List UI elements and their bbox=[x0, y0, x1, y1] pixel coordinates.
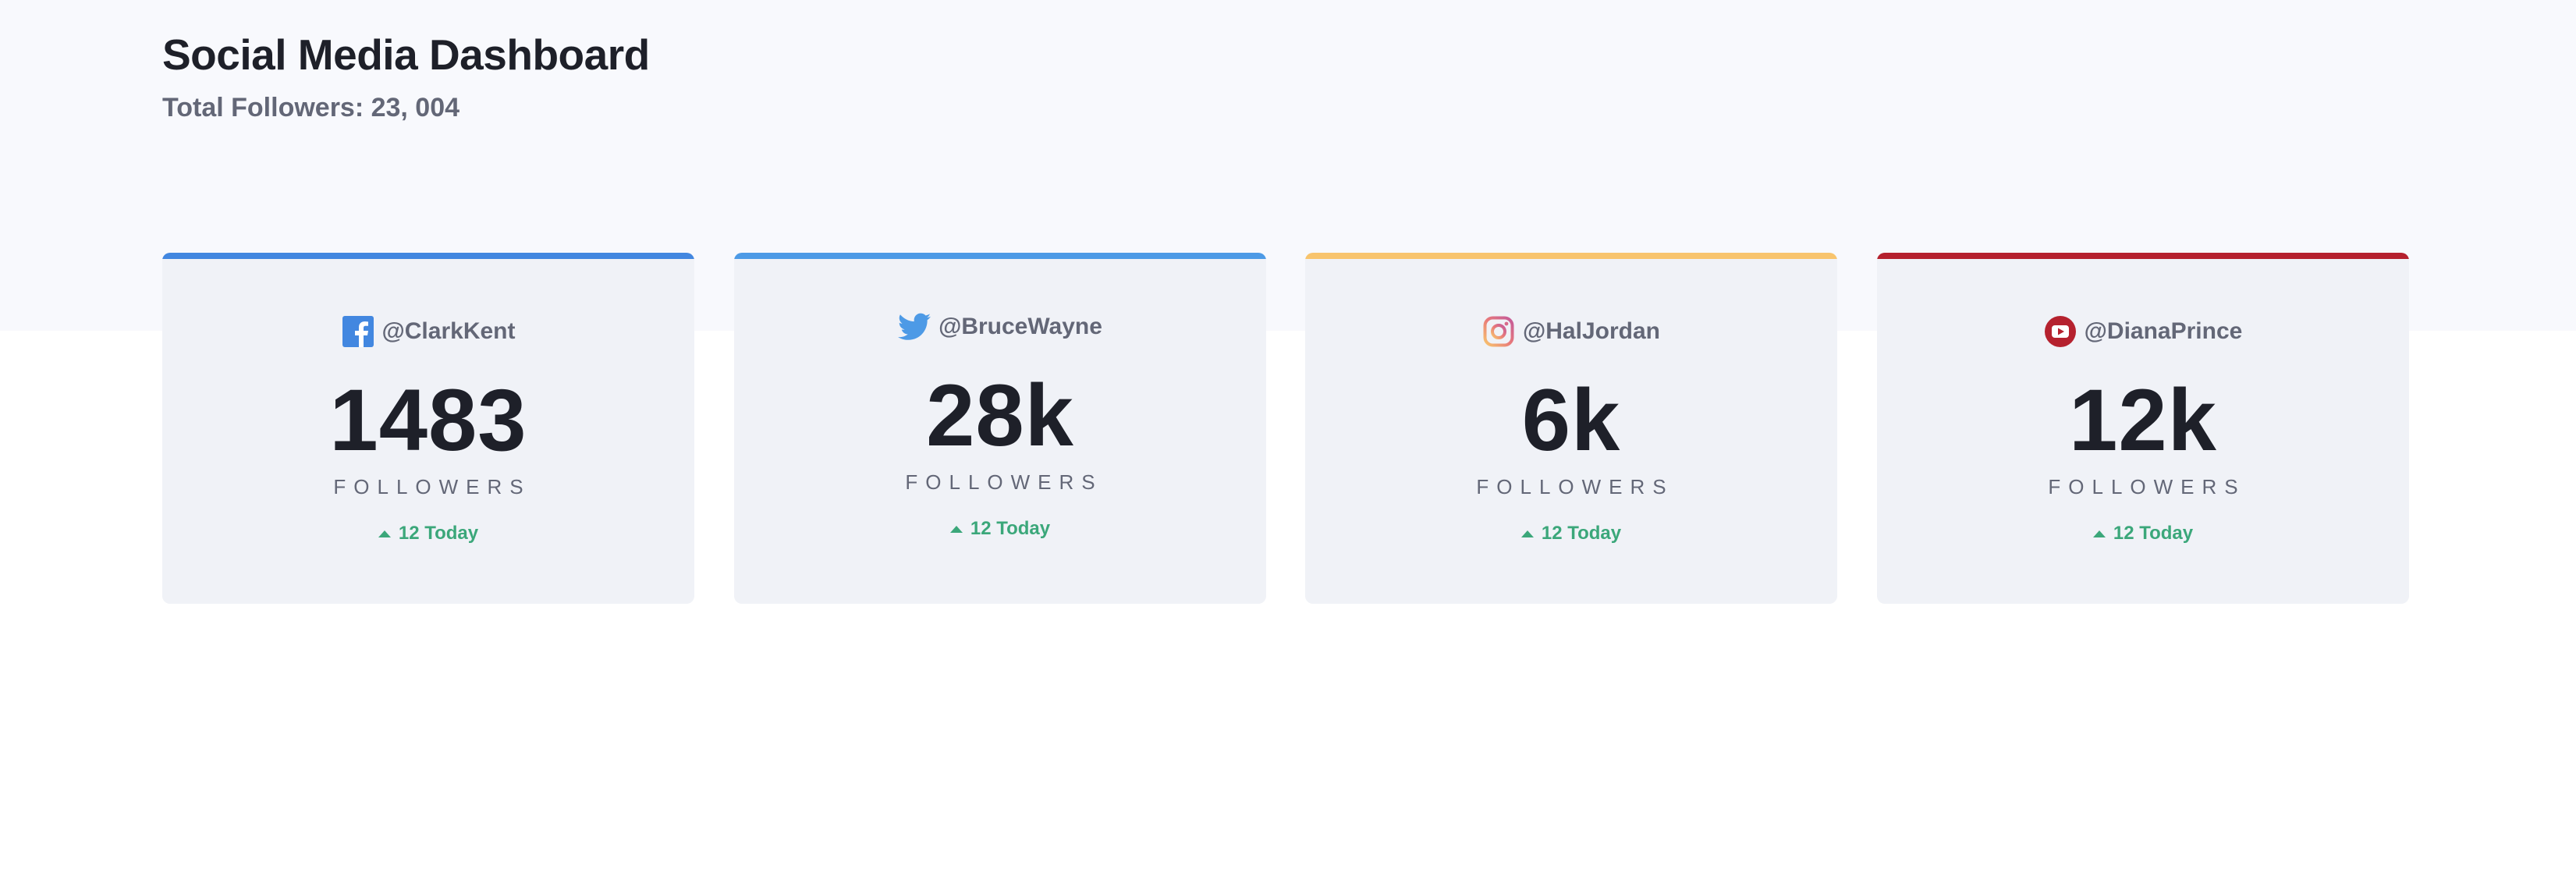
today-change: 12 Today bbox=[734, 518, 1266, 540]
follower-count: 28k bbox=[926, 367, 1074, 464]
arrow-up-icon bbox=[378, 530, 391, 537]
card-handle-row: @BruceWayne bbox=[734, 310, 1266, 343]
follower-count: 1483 bbox=[329, 371, 527, 469]
instagram-icon bbox=[1482, 315, 1515, 348]
followers-label: FOLLOWERS bbox=[1476, 475, 1674, 498]
today-change-text: 12 Today bbox=[970, 518, 1051, 539]
followers-card-youtube[interactable]: @DianaPrince 12k FOLLOWERS 12 Today bbox=[1877, 253, 2409, 604]
card-handle: @BruceWayne bbox=[939, 314, 1102, 339]
facebook-icon bbox=[342, 315, 374, 348]
followers-label: FOLLOWERS bbox=[2048, 475, 2246, 498]
page-title: Social Media Dashboard bbox=[162, 30, 650, 79]
twitter-icon bbox=[898, 310, 931, 343]
followers-card-twitter[interactable]: @BruceWayne 28k FOLLOWERS 12 Today bbox=[734, 253, 1266, 604]
total-followers: Total Followers: 23, 004 bbox=[162, 93, 460, 122]
card-handle-row: @DianaPrince bbox=[1877, 315, 2409, 348]
today-change-text: 12 Today bbox=[2113, 523, 2194, 544]
today-change-text: 12 Today bbox=[1541, 523, 1622, 544]
today-change: 12 Today bbox=[162, 523, 694, 544]
card-handle: @DianaPrince bbox=[2084, 318, 2243, 344]
card-handle: @HalJordan bbox=[1523, 318, 1660, 344]
card-handle-row: @HalJordan bbox=[1305, 315, 1837, 348]
follower-count: 6k bbox=[1521, 371, 1621, 469]
followers-card-facebook[interactable]: @ClarkKent 1483 FOLLOWERS 12 Today bbox=[162, 253, 694, 604]
youtube-icon bbox=[2044, 315, 2077, 348]
follower-count: 12k bbox=[2069, 371, 2217, 469]
followers-label: FOLLOWERS bbox=[905, 470, 1103, 494]
followers-card-instagram[interactable]: @HalJordan 6k FOLLOWERS 12 Today bbox=[1305, 253, 1837, 604]
arrow-up-icon bbox=[2092, 530, 2106, 537]
arrow-up-icon bbox=[1520, 530, 1534, 537]
card-handle: @ClarkKent bbox=[381, 318, 516, 344]
today-change: 12 Today bbox=[1305, 523, 1837, 544]
dashboard-header: Social Media Dashboard Total Followers: … bbox=[162, 27, 650, 125]
card-handle-row: @ClarkKent bbox=[162, 315, 694, 348]
followers-label: FOLLOWERS bbox=[333, 475, 531, 498]
arrow-up-icon bbox=[949, 525, 963, 533]
today-change-text: 12 Today bbox=[398, 523, 479, 544]
today-change: 12 Today bbox=[1877, 523, 2409, 544]
